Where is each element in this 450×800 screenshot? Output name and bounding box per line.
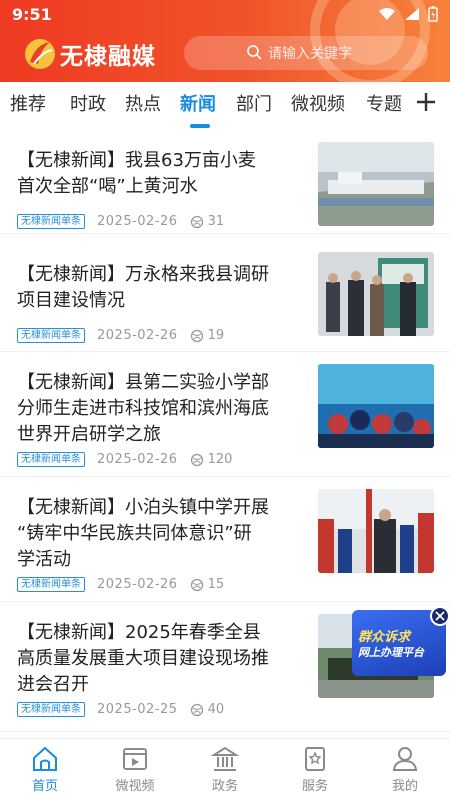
video-icon <box>123 748 147 770</box>
signal-icon <box>405 8 419 20</box>
tab-departments[interactable]: 部门 <box>236 90 272 116</box>
news-views: 40 <box>190 702 225 717</box>
views-count: 15 <box>207 577 225 592</box>
news-thumbnail <box>318 252 434 336</box>
views-icon <box>190 703 203 716</box>
add-tab-icon[interactable] <box>414 90 438 114</box>
news-title-line: 【无棣新闻】小泊头镇中学开展 <box>17 497 269 518</box>
nav-government[interactable]: 政务 <box>180 745 270 794</box>
news-title-line: “铸牢中华民族共同体意识”研 <box>17 523 252 544</box>
bottom-nav: 首页 微视频 政务 服务 我的 <box>0 738 450 800</box>
news-badge: 无棣新闻单条 <box>17 328 85 343</box>
news-meta: 无棣新闻单条 2025-02-25 40 <box>17 702 224 717</box>
news-item[interactable]: 【无棣新闻】小泊头镇中学开展 “铸牢中华民族共同体意识”研 学活动 无棣新闻单条… <box>0 477 450 602</box>
views-count: 40 <box>207 702 225 717</box>
status-icons <box>378 6 438 22</box>
banner-subtitle: 网上办理平台 <box>358 646 424 659</box>
news-item[interactable]: 【无棣新闻】我县63万亩小麦 首次全部“喝”上黄河水 无棣新闻单条 2025-0… <box>0 134 450 234</box>
news-views: 15 <box>190 577 225 592</box>
nav-home[interactable]: 首页 <box>0 745 90 794</box>
status-time: 9:51 <box>12 5 52 24</box>
service-icon <box>305 747 325 771</box>
complaint-platform-banner[interactable]: 群众诉求 网上办理平台 <box>352 606 450 676</box>
news-meta: 无棣新闻单条 2025-02-26 19 <box>17 328 224 343</box>
news-title-line: 学活动 <box>17 549 71 570</box>
close-banner-button[interactable] <box>430 606 450 626</box>
search-icon <box>247 45 262 60</box>
nav-service-label: 服务 <box>301 779 328 794</box>
news-title-line: 分师生走进市科技馆和滨州海底 <box>17 398 269 419</box>
wifi-icon <box>379 8 395 20</box>
news-item[interactable]: 【无棣新闻】县第二实验小学部 分师生走进市科技馆和滨州海底 世界开启研学之旅 无… <box>0 352 450 477</box>
news-date: 2025-02-26 <box>97 214 178 229</box>
nav-micro-video[interactable]: 微视频 <box>90 745 180 794</box>
news-date: 2025-02-26 <box>97 328 178 343</box>
views-icon <box>190 453 203 466</box>
news-date: 2025-02-25 <box>97 702 178 717</box>
news-title: 【无棣新闻】小泊头镇中学开展 “铸牢中华民族共同体意识”研 学活动 <box>17 495 305 573</box>
nav-home-label: 首页 <box>31 779 58 794</box>
news-views: 31 <box>190 214 225 229</box>
views-icon <box>190 329 203 342</box>
tab-micro-video[interactable]: 微视频 <box>291 90 345 116</box>
news-title-line: 【无棣新闻】万永格来我县调研 <box>17 264 269 285</box>
tab-hot[interactable]: 热点 <box>125 90 161 116</box>
news-title-line: 进会召开 <box>17 674 89 695</box>
news-title-line: 【无棣新闻】2025年春季全县 <box>17 622 261 643</box>
news-title: 【无棣新闻】县第二实验小学部 分师生走进市科技馆和滨州海底 世界开启研学之旅 <box>17 370 305 448</box>
nav-profile-label: 我的 <box>391 779 418 794</box>
views-count: 31 <box>207 214 225 229</box>
banner-title: 群众诉求 <box>358 630 411 645</box>
nav-service[interactable]: 服务 <box>270 745 360 794</box>
active-tab-indicator <box>190 124 210 128</box>
news-title-line: 世界开启研学之旅 <box>17 424 161 445</box>
profile-icon <box>392 747 418 771</box>
news-thumbnail <box>318 142 434 226</box>
nav-micro-video-label: 微视频 <box>115 779 155 794</box>
views-icon <box>190 215 203 228</box>
tab-special[interactable]: 专题 <box>366 90 402 116</box>
battery-icon <box>428 6 438 22</box>
search-placeholder: 请输入关键字 <box>268 46 352 62</box>
news-title: 【无棣新闻】我县63万亩小麦 首次全部“喝”上黄河水 <box>17 148 305 200</box>
tab-politics[interactable]: 时政 <box>70 90 106 116</box>
news-meta: 无棣新闻单条 2025-02-26 31 <box>17 214 224 229</box>
news-title-line: 【无棣新闻】我县63万亩小麦 <box>17 150 256 171</box>
news-item[interactable]: 【无棣新闻】万永格来我县调研 项目建设情况 无棣新闻单条 2025-02-26 … <box>0 242 450 352</box>
views-count: 19 <box>207 328 225 343</box>
news-title-line: 项目建设情况 <box>17 290 125 311</box>
news-title-line: 高质量发展重大项目建设现场推 <box>17 648 269 669</box>
app-logo[interactable]: 无棣融媒 <box>22 36 156 72</box>
news-views: 120 <box>190 452 233 467</box>
news-meta: 无棣新闻单条 2025-02-26 120 <box>17 452 232 467</box>
news-views: 19 <box>190 328 225 343</box>
app-name: 无棣融媒 <box>60 44 156 70</box>
news-thumbnail <box>318 489 434 573</box>
search-bar[interactable]: 请输入关键字 <box>184 36 428 70</box>
tab-recommend[interactable]: 推荐 <box>10 90 46 116</box>
news-title: 【无棣新闻】2025年春季全县 高质量发展重大项目建设现场推 进会召开 <box>17 620 305 698</box>
app-header: 9:51 无棣融媒 请输入关键字 <box>0 0 450 82</box>
tab-news[interactable]: 新闻 <box>180 90 216 116</box>
news-date: 2025-02-26 <box>97 577 178 592</box>
news-meta: 无棣新闻单条 2025-02-26 15 <box>17 577 224 592</box>
news-title: 【无棣新闻】万永格来我县调研 项目建设情况 <box>17 262 305 314</box>
news-title-line: 【无棣新闻】县第二实验小学部 <box>17 372 269 393</box>
news-thumbnail <box>318 364 434 448</box>
logo-icon <box>25 39 55 69</box>
news-title-line: 首次全部“喝”上黄河水 <box>17 176 198 197</box>
nav-government-label: 政务 <box>211 779 238 794</box>
government-icon <box>211 746 239 771</box>
news-badge: 无棣新闻单条 <box>17 214 85 229</box>
close-icon <box>435 611 445 621</box>
category-tabs: 推荐 时政 热点 新闻 部门 微视频 专题 <box>0 82 450 128</box>
news-badge: 无棣新闻单条 <box>17 577 85 592</box>
home-icon <box>33 746 57 771</box>
news-date: 2025-02-26 <box>97 452 178 467</box>
views-count: 120 <box>207 452 233 467</box>
views-icon <box>190 578 203 591</box>
news-badge: 无棣新闻单条 <box>17 452 85 467</box>
news-badge: 无棣新闻单条 <box>17 702 85 717</box>
nav-profile[interactable]: 我的 <box>360 745 450 794</box>
